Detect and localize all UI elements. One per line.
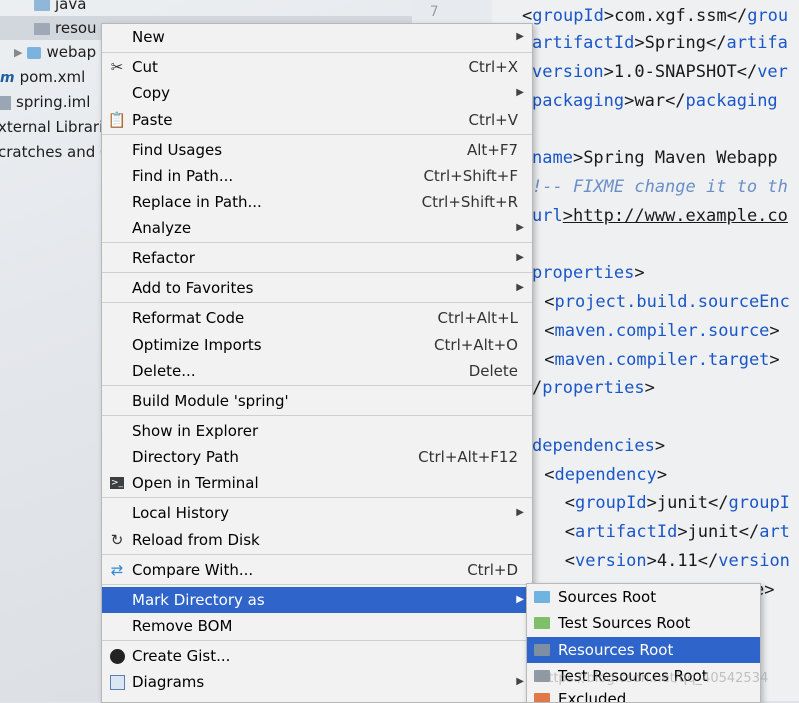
- menu-item-diagrams[interactable]: Diagrams ▶: [102, 669, 532, 695]
- submenu-arrow-icon: ▶: [516, 594, 524, 605]
- menu-separator: [102, 302, 532, 303]
- folder-icon: [34, 0, 50, 11]
- clipboard-icon: 📋: [107, 111, 127, 129]
- terminal-icon: >_: [110, 477, 124, 489]
- tree-item-webapp[interactable]: ▶ webap: [14, 40, 96, 64]
- code-comment: !-- FIXME change it to th: [532, 177, 788, 197]
- menu-item-analyze[interactable]: Analyze ▶: [102, 215, 532, 241]
- menu-item-optimize-imports[interactable]: Optimize Imports Ctrl+Alt+O: [102, 332, 532, 358]
- resources-folder-icon: [534, 644, 550, 656]
- menu-item-local-history[interactable]: Local History ▶: [102, 500, 532, 526]
- tree-item-resources[interactable]: resou: [34, 16, 97, 40]
- menu-item-copy[interactable]: Copy ▶: [102, 80, 532, 106]
- menu-item-add-to-favorites[interactable]: Add to Favorites ▶: [102, 275, 532, 301]
- menu-item-create-gist[interactable]: Create Gist...: [102, 643, 532, 669]
- test-sources-folder-icon: [534, 617, 550, 629]
- menu-separator: [102, 134, 532, 135]
- menu-separator: [102, 52, 532, 53]
- menu-separator: [102, 554, 532, 555]
- context-menu: New ▶ ✂ Cut Ctrl+X Copy ▶ 📋 Paste Ctrl+V Find …: [101, 23, 533, 703]
- submenu-arrow-icon: ▶: [516, 252, 524, 263]
- menu-separator: [102, 385, 532, 386]
- code-line: version>1.0-SNAPSHOT</ver: [532, 62, 788, 82]
- code-line: dependencies>: [532, 436, 666, 456]
- excluded-folder-icon: [534, 693, 550, 702]
- scissors-icon: ✂: [110, 58, 124, 76]
- menu-item-build-module[interactable]: Build Module 'spring': [102, 388, 532, 414]
- code-line: <version>4.11</version: [534, 551, 790, 571]
- code-line: url>http://www.example.co: [532, 206, 788, 226]
- tree-item-java[interactable]: java: [34, 0, 86, 16]
- code-line: artifactId>Spring</artifa: [532, 33, 788, 53]
- menu-separator: [102, 640, 532, 641]
- menu-separator: [102, 272, 532, 273]
- code-line: <maven.compiler.target>: [534, 350, 780, 370]
- menu-item-paste[interactable]: 📋 Paste Ctrl+V: [102, 107, 532, 133]
- menu-separator: [102, 584, 532, 585]
- menu-item-reload-from-disk[interactable]: ↻ Reload from Disk: [102, 527, 532, 553]
- submenu-item-excluded[interactable]: Excluded: [527, 686, 760, 702]
- submenu-arrow-icon: ▶: [516, 222, 524, 233]
- diagram-icon: [108, 673, 126, 691]
- submenu-item-resources-root[interactable]: Resources Root: [527, 637, 760, 663]
- watermark: https://blog.csdn.net/qq_40542534: [540, 671, 769, 686]
- menu-item-remove-bom[interactable]: Remove BOM: [102, 613, 532, 639]
- code-line: <groupId>com.xgf.ssm</grou: [522, 6, 789, 26]
- maven-icon: m: [0, 69, 15, 86]
- menu-item-mark-directory-as[interactable]: Mark Directory as ▶: [102, 587, 532, 613]
- menu-item-find-in-path[interactable]: Find in Path... Ctrl+Shift+F: [102, 163, 532, 189]
- code-line: <project.build.sourceEnc: [534, 292, 790, 312]
- code-line: <groupId>junit</groupI: [534, 493, 790, 513]
- menu-separator: [102, 242, 532, 243]
- submenu-arrow-icon: ▶: [516, 31, 524, 42]
- submenu-item-sources-root[interactable]: Sources Root: [527, 584, 760, 610]
- submenu-arrow-icon: ▶: [516, 507, 524, 518]
- menu-item-compare-with[interactable]: ⇄ Compare With... Ctrl+D: [102, 557, 532, 583]
- submenu-item-test-sources-root[interactable]: Test Sources Root: [527, 610, 760, 636]
- menu-item-cut[interactable]: ✂ Cut Ctrl+X: [102, 54, 532, 80]
- tree-item-spring-iml[interactable]: spring.iml: [0, 90, 90, 114]
- code-line: <dependency>: [534, 465, 668, 485]
- menu-separator: [102, 497, 532, 498]
- code-line: /properties>: [532, 378, 655, 398]
- tree-item-pom[interactable]: m pom.xml: [0, 65, 85, 89]
- menu-item-refactor[interactable]: Refactor ▶: [102, 245, 532, 271]
- menu-item-show-in-explorer[interactable]: Show in Explorer: [102, 418, 532, 444]
- code-line: properties>: [532, 263, 645, 283]
- tree-item-scratches[interactable]: cratches and C: [0, 140, 111, 164]
- menu-item-open-in-terminal[interactable]: >_ Open in Terminal: [102, 470, 532, 496]
- menu-item-delete[interactable]: Delete... Delete: [102, 358, 532, 384]
- menu-item-new[interactable]: New ▶: [102, 24, 532, 50]
- expand-arrow-icon[interactable]: ▶: [14, 41, 22, 65]
- menu-item-replace-in-path[interactable]: Replace in Path... Ctrl+Shift+R: [102, 189, 532, 215]
- reload-icon: ↻: [110, 531, 124, 549]
- web-folder-icon: [27, 46, 42, 59]
- menu-item-reformat-code[interactable]: Reformat Code Ctrl+Alt+L: [102, 305, 532, 331]
- submenu-arrow-icon: ▶: [516, 676, 524, 687]
- sources-folder-icon: [534, 591, 550, 603]
- menu-separator: [102, 415, 532, 416]
- submenu-arrow-icon: ▶: [516, 87, 524, 98]
- code-line: <maven.compiler.source>: [534, 321, 780, 341]
- line-number: 7: [430, 4, 439, 20]
- resources-folder-icon: [34, 22, 50, 35]
- github-icon: [108, 647, 126, 665]
- file-icon: [0, 95, 11, 110]
- menu-item-find-usages[interactable]: Find Usages Alt+F7: [102, 137, 532, 163]
- tree-item-external-libraries[interactable]: xternal Librarie: [0, 115, 113, 139]
- menu-item-directory-path[interactable]: Directory Path Ctrl+Alt+F12: [102, 444, 532, 470]
- compare-icon: ⇄: [110, 561, 124, 579]
- submenu-arrow-icon: ▶: [516, 282, 524, 293]
- code-line: <artifactId>junit</art: [534, 522, 790, 542]
- code-line: name>Spring Maven Webapp: [532, 148, 778, 168]
- code-line: packaging>war</packaging: [532, 91, 778, 111]
